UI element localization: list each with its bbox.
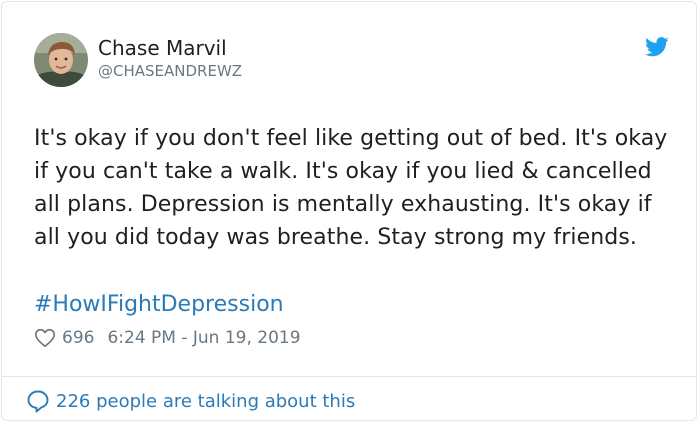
tweet-card: Chase Marvil @CHASEANDREWZ It's okay if …: [1, 1, 697, 421]
speech-bubble-icon: [26, 389, 50, 413]
heart-icon[interactable]: [34, 327, 56, 349]
tweet-meta: 696 6:24 PM - Jun 19, 2019: [34, 324, 301, 352]
hashtag-link[interactable]: #HowIFightDepression: [34, 288, 284, 321]
avatar[interactable]: [34, 33, 88, 87]
footer-divider: [2, 376, 696, 377]
twitter-bird-icon[interactable]: [645, 37, 669, 57]
tweet-timestamp[interactable]: 6:24 PM - Jun 19, 2019: [107, 328, 300, 348]
conversation-link[interactable]: 226 people are talking about this: [26, 387, 355, 415]
avatar-image: [34, 33, 88, 87]
conversation-label: 226 people are talking about this: [56, 390, 356, 412]
author-handle[interactable]: @CHASEANDREWZ: [98, 62, 242, 80]
like-count[interactable]: 696: [62, 328, 94, 348]
author-display-name[interactable]: Chase Marvil: [98, 36, 227, 60]
tweet-text: It's okay if you don't feel like getting…: [34, 126, 668, 250]
